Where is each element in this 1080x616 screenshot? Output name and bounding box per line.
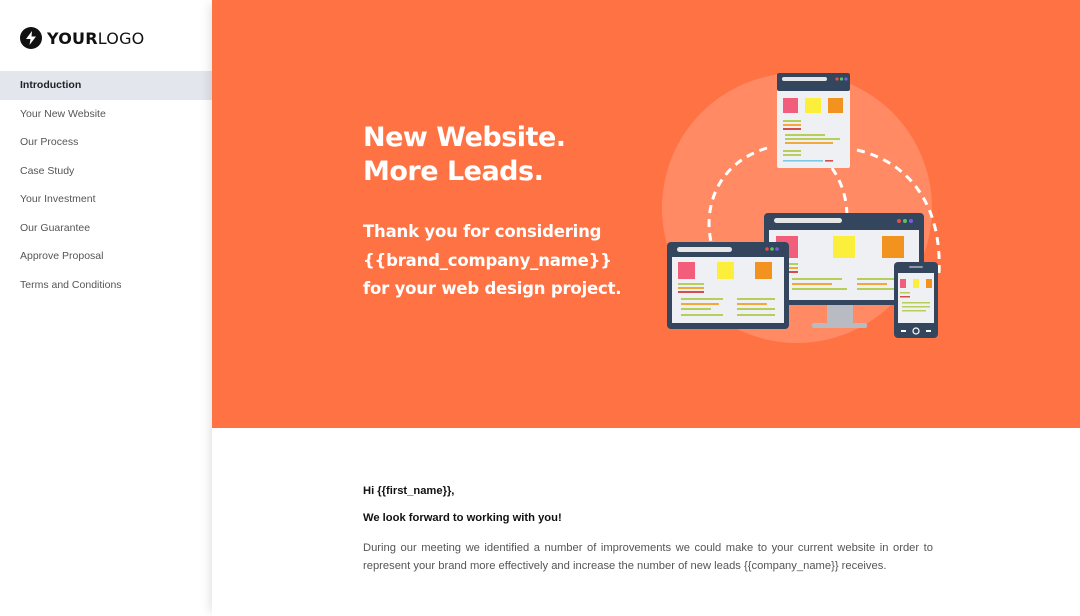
greeting: Hi {{first_name}}, bbox=[363, 485, 455, 497]
sidebar-item-approve-proposal[interactable]: Approve Proposal bbox=[0, 242, 212, 271]
hero-title: New Website. More Leads. bbox=[363, 121, 566, 189]
sidebar-item-case-study[interactable]: Case Study bbox=[0, 157, 212, 186]
sidebar-item-our-process[interactable]: Our Process bbox=[0, 128, 212, 157]
sidebar-item-your-investment[interactable]: Your Investment bbox=[0, 185, 212, 214]
browser-window-icon bbox=[777, 73, 850, 168]
logo-text-bold: YOUR bbox=[47, 28, 98, 48]
sidebar-nav: Introduction Your New Website Our Proces… bbox=[0, 71, 212, 299]
hero-title-line-1: New Website. bbox=[363, 122, 566, 153]
sidebar-item-terms-and-conditions[interactable]: Terms and Conditions bbox=[0, 271, 212, 300]
sidebar-item-introduction[interactable]: Introduction bbox=[0, 71, 212, 100]
tablet-icon bbox=[667, 242, 789, 329]
sidebar-item-our-guarantee[interactable]: Our Guarantee bbox=[0, 214, 212, 243]
lead-text: We look forward to working with you! bbox=[363, 512, 562, 524]
logo[interactable]: YOURLOGO bbox=[20, 27, 144, 49]
hero-subtitle-line-2: {{brand_company_name}} bbox=[363, 250, 612, 270]
hero-subtitle-line-3: for your web design project. bbox=[363, 279, 622, 298]
lightning-bolt-icon bbox=[20, 27, 42, 49]
responsive-devices-illustration bbox=[662, 73, 941, 343]
hero-subtitle-line-1: Thank you for considering bbox=[363, 222, 602, 241]
main-content: New Website. More Leads. Thank you for c… bbox=[212, 0, 1080, 616]
sidebar: YOURLOGO Introduction Your New Website O… bbox=[0, 0, 212, 616]
hero-title-line-2: More Leads. bbox=[363, 156, 544, 187]
hero-banner: New Website. More Leads. Thank you for c… bbox=[212, 0, 1080, 428]
hero-subtitle: Thank you for considering {{brand_compan… bbox=[363, 218, 622, 304]
logo-text: YOURLOGO bbox=[47, 29, 144, 48]
smartphone-icon bbox=[894, 262, 938, 338]
intro-content: Hi {{first_name}}, We look forward to wo… bbox=[363, 485, 933, 575]
logo-text-light: LOGO bbox=[97, 28, 145, 48]
sidebar-item-your-new-website[interactable]: Your New Website bbox=[0, 100, 212, 129]
intro-paragraph: During our meeting we identified a numbe… bbox=[363, 542, 933, 572]
